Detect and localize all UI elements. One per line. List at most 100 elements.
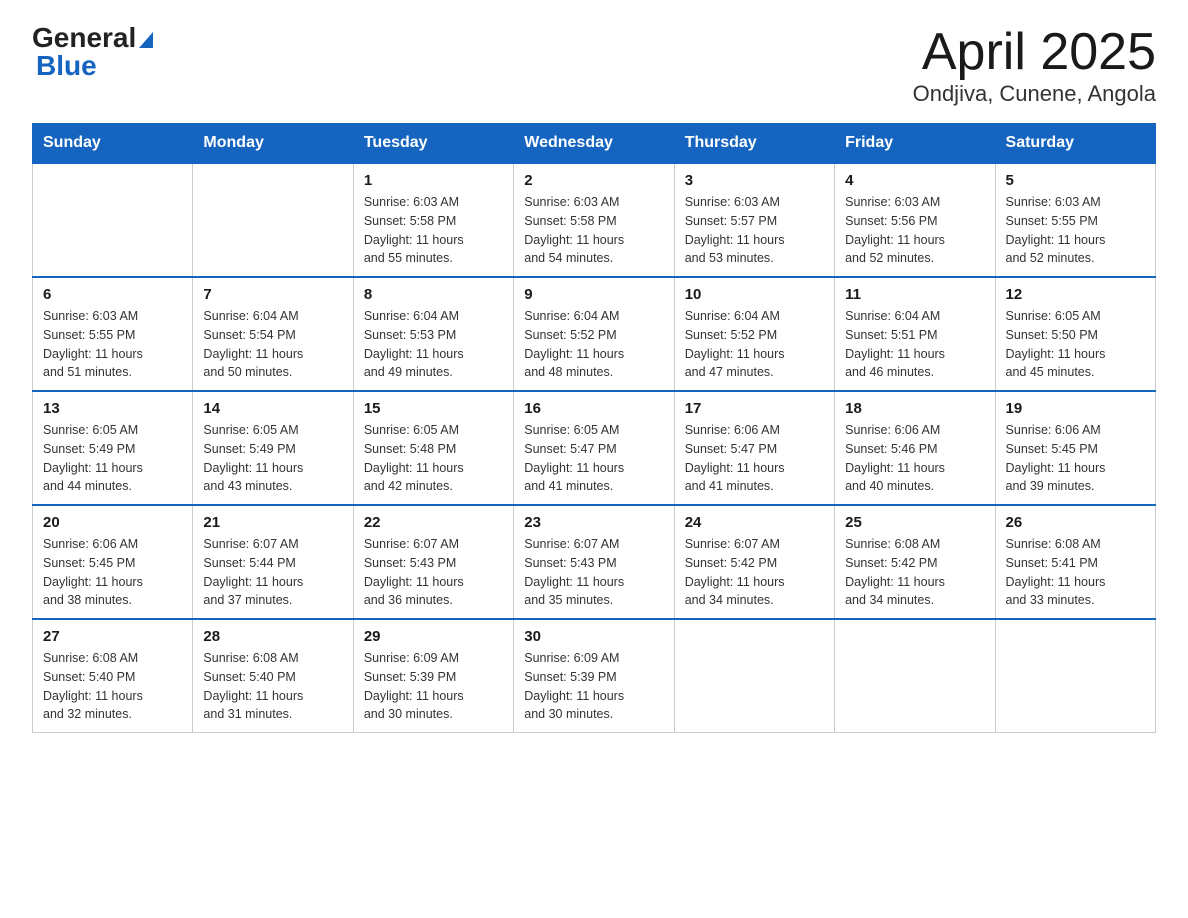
calendar-cell: 28 Sunrise: 6:08 AMSunset: 5:40 PMDayligh… [193,619,353,733]
calendar-cell [674,619,834,733]
calendar-cell: 16 Sunrise: 6:05 AMSunset: 5:47 PMDayligh… [514,391,674,505]
day-info: Sunrise: 6:07 AMSunset: 5:43 PMDaylight:… [524,535,663,610]
week-row-3: 13 Sunrise: 6:05 AMSunset: 5:49 PMDayligh… [33,391,1156,505]
day-number: 28 [203,628,342,645]
day-info: Sunrise: 6:04 AMSunset: 5:54 PMDaylight:… [203,307,342,382]
day-info: Sunrise: 6:04 AMSunset: 5:52 PMDaylight:… [685,307,824,382]
day-info: Sunrise: 6:06 AMSunset: 5:45 PMDaylight:… [1006,421,1145,496]
day-info: Sunrise: 6:05 AMSunset: 5:49 PMDaylight:… [43,421,182,496]
title-section: April 2025 Ondjiva, Cunene, Angola [913,24,1156,107]
day-number: 12 [1006,286,1145,303]
day-info: Sunrise: 6:09 AMSunset: 5:39 PMDaylight:… [524,649,663,724]
week-row-1: 1Sunrise: 6:03 AMSunset: 5:58 PMDaylight… [33,163,1156,277]
calendar-cell: 22 Sunrise: 6:07 AMSunset: 5:43 PMDayligh… [353,505,513,619]
day-info: Sunrise: 6:08 AMSunset: 5:40 PMDaylight:… [43,649,182,724]
day-number: 23 [524,514,663,531]
day-info: Sunrise: 6:08 AMSunset: 5:41 PMDaylight:… [1006,535,1145,610]
calendar-cell: 8 Sunrise: 6:04 AMSunset: 5:53 PMDaylight… [353,277,513,391]
day-info: Sunrise: 6:06 AMSunset: 5:45 PMDaylight:… [43,535,182,610]
day-info: Sunrise: 6:03 AMSunset: 5:55 PMDaylight:… [43,307,182,382]
day-number: 19 [1006,400,1145,417]
calendar-cell: 4 Sunrise: 6:03 AMSunset: 5:56 PMDaylight… [835,163,995,277]
calendar-cell: 2 Sunrise: 6:03 AMSunset: 5:58 PMDaylight… [514,163,674,277]
day-info: Sunrise: 6:06 AMSunset: 5:46 PMDaylight:… [845,421,984,496]
day-info: Sunrise: 6:04 AMSunset: 5:53 PMDaylight:… [364,307,503,382]
month-title: April 2025 [913,24,1156,81]
calendar-cell: 24Sunrise: 6:07 AMSunset: 5:42 PMDayligh… [674,505,834,619]
calendar-cell: 30 Sunrise: 6:09 AMSunset: 5:39 PMDayligh… [514,619,674,733]
day-number: 5 [1006,172,1145,189]
calendar-cell: 12 Sunrise: 6:05 AMSunset: 5:50 PMDayligh… [995,277,1155,391]
calendar-cell: 5 Sunrise: 6:03 AMSunset: 5:55 PMDaylight… [995,163,1155,277]
calendar-cell: 13 Sunrise: 6:05 AMSunset: 5:49 PMDayligh… [33,391,193,505]
calendar-cell: 27 Sunrise: 6:08 AMSunset: 5:40 PMDayligh… [33,619,193,733]
day-number: 2 [524,172,663,189]
week-row-2: 6Sunrise: 6:03 AMSunset: 5:55 PMDaylight… [33,277,1156,391]
day-info: Sunrise: 6:08 AMSunset: 5:42 PMDaylight:… [845,535,984,610]
day-number: 13 [43,400,182,417]
day-number: 21 [203,514,342,531]
week-row-4: 20 Sunrise: 6:06 AMSunset: 5:45 PMDayligh… [33,505,1156,619]
day-number: 8 [364,286,503,303]
calendar-cell: 26 Sunrise: 6:08 AMSunset: 5:41 PMDayligh… [995,505,1155,619]
calendar-cell: 21 Sunrise: 6:07 AMSunset: 5:44 PMDayligh… [193,505,353,619]
day-number: 29 [364,628,503,645]
calendar-cell [835,619,995,733]
header-friday: Friday [835,124,995,164]
week-row-5: 27 Sunrise: 6:08 AMSunset: 5:40 PMDayligh… [33,619,1156,733]
day-number: 9 [524,286,663,303]
day-number: 16 [524,400,663,417]
header-wednesday: Wednesday [514,124,674,164]
logo-arrow-icon [139,32,153,48]
calendar-cell: 3Sunrise: 6:03 AMSunset: 5:57 PMDaylight… [674,163,834,277]
calendar-cell: 25Sunrise: 6:08 AMSunset: 5:42 PMDayligh… [835,505,995,619]
calendar-cell: 14Sunrise: 6:05 AMSunset: 5:49 PMDayligh… [193,391,353,505]
header-monday: Monday [193,124,353,164]
calendar-cell: 11 Sunrise: 6:04 AMSunset: 5:51 PMDayligh… [835,277,995,391]
day-info: Sunrise: 6:03 AMSunset: 5:55 PMDaylight:… [1006,193,1145,268]
day-info: Sunrise: 6:04 AMSunset: 5:52 PMDaylight:… [524,307,663,382]
day-info: Sunrise: 6:05 AMSunset: 5:47 PMDaylight:… [524,421,663,496]
day-number: 18 [845,400,984,417]
day-number: 22 [364,514,503,531]
day-number: 11 [845,286,984,303]
day-info: Sunrise: 6:09 AMSunset: 5:39 PMDaylight:… [364,649,503,724]
day-info: Sunrise: 6:07 AMSunset: 5:44 PMDaylight:… [203,535,342,610]
calendar-cell: 15Sunrise: 6:05 AMSunset: 5:48 PMDayligh… [353,391,513,505]
calendar-cell: 7 Sunrise: 6:04 AMSunset: 5:54 PMDaylight… [193,277,353,391]
day-info: Sunrise: 6:07 AMSunset: 5:42 PMDaylight:… [685,535,824,610]
calendar-cell: 18 Sunrise: 6:06 AMSunset: 5:46 PMDayligh… [835,391,995,505]
calendar-cell: 23 Sunrise: 6:07 AMSunset: 5:43 PMDayligh… [514,505,674,619]
day-number: 4 [845,172,984,189]
calendar-cell: 17Sunrise: 6:06 AMSunset: 5:47 PMDayligh… [674,391,834,505]
day-info: Sunrise: 6:08 AMSunset: 5:40 PMDaylight:… [203,649,342,724]
logo: General Blue [32,24,153,80]
logo-blue-text: Blue [32,52,97,80]
day-info: Sunrise: 6:03 AMSunset: 5:58 PMDaylight:… [524,193,663,268]
day-number: 27 [43,628,182,645]
calendar-cell: 20 Sunrise: 6:06 AMSunset: 5:45 PMDayligh… [33,505,193,619]
page-header: General Blue April 2025 Ondjiva, Cunene,… [32,24,1156,107]
day-info: Sunrise: 6:04 AMSunset: 5:51 PMDaylight:… [845,307,984,382]
header-row: SundayMondayTuesdayWednesdayThursdayFrid… [33,124,1156,164]
day-number: 30 [524,628,663,645]
header-tuesday: Tuesday [353,124,513,164]
calendar-cell: 6Sunrise: 6:03 AMSunset: 5:55 PMDaylight… [33,277,193,391]
day-info: Sunrise: 6:05 AMSunset: 5:49 PMDaylight:… [203,421,342,496]
day-info: Sunrise: 6:03 AMSunset: 5:58 PMDaylight:… [364,193,503,268]
header-sunday: Sunday [33,124,193,164]
day-number: 17 [685,400,824,417]
calendar-cell [33,163,193,277]
day-info: Sunrise: 6:05 AMSunset: 5:48 PMDaylight:… [364,421,503,496]
day-number: 26 [1006,514,1145,531]
day-info: Sunrise: 6:03 AMSunset: 5:56 PMDaylight:… [845,193,984,268]
day-number: 10 [685,286,824,303]
day-number: 20 [43,514,182,531]
calendar-cell [193,163,353,277]
calendar-cell [995,619,1155,733]
header-thursday: Thursday [674,124,834,164]
day-number: 7 [203,286,342,303]
day-info: Sunrise: 6:05 AMSunset: 5:50 PMDaylight:… [1006,307,1145,382]
calendar-cell: 19 Sunrise: 6:06 AMSunset: 5:45 PMDayligh… [995,391,1155,505]
day-info: Sunrise: 6:07 AMSunset: 5:43 PMDaylight:… [364,535,503,610]
